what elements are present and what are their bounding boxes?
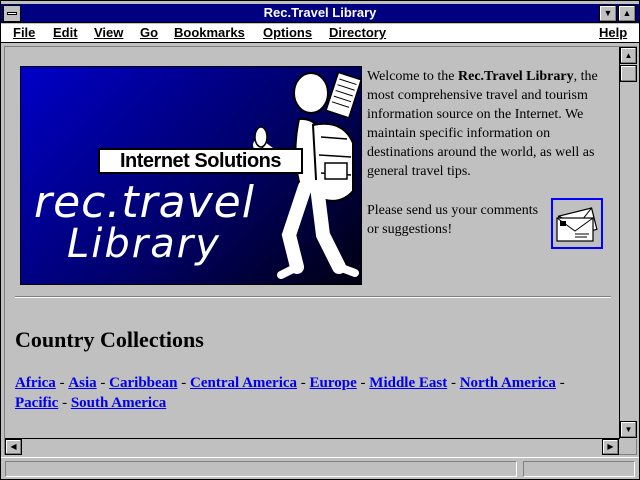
rec-travel-library-banner: Internet Solutions rec.travel Library	[20, 66, 362, 285]
maximize-arrow-icon: ▲	[622, 8, 632, 18]
arrow-right-icon: ▶	[607, 442, 614, 451]
scroll-left-button[interactable]: ◀	[5, 439, 22, 455]
maximize-button[interactable]: ▲	[618, 5, 636, 22]
link-north-america[interactable]: North America	[460, 375, 556, 391]
title-bar[interactable]: Rec.Travel Library ▼ ▲	[1, 4, 639, 23]
progress-field	[523, 461, 635, 477]
horizontal-rule	[15, 296, 611, 298]
menu-directory[interactable]: Directory	[329, 25, 386, 40]
vertical-scrollbar[interactable]: ▲ ▼	[619, 47, 637, 439]
banner-internet-solutions-label: Internet Solutions	[98, 148, 303, 174]
arrow-up-icon: ▲	[624, 51, 633, 60]
status-text-field	[5, 461, 517, 477]
scroll-thumb[interactable]	[620, 65, 637, 82]
scroll-up-button[interactable]: ▲	[620, 47, 637, 64]
banner-library-text: Library	[67, 221, 221, 267]
country-links: Africa - Asia - Caribbean - Central Amer…	[15, 375, 565, 411]
window-title: Rec.Travel Library	[263, 5, 377, 20]
scroll-down-button[interactable]: ▼	[620, 421, 637, 438]
intro-paragraph: Welcome to the Rec.Travel Library, the m…	[367, 69, 598, 179]
arrow-down-icon: ▼	[624, 425, 633, 434]
link-central-america[interactable]: Central America	[190, 375, 297, 391]
country-collections-heading: Country Collections	[15, 327, 204, 352]
status-bar	[1, 457, 639, 479]
menu-file[interactable]: File	[13, 25, 35, 40]
link-asia[interactable]: Asia	[68, 375, 96, 391]
link-south-america[interactable]: South America	[71, 395, 166, 411]
minimize-arrow-icon: ▼	[603, 8, 613, 18]
link-caribbean[interactable]: Caribbean	[109, 375, 177, 391]
menu-edit[interactable]: Edit	[53, 25, 78, 40]
minimize-button[interactable]: ▼	[599, 5, 617, 22]
link-middle-east[interactable]: Middle East	[369, 375, 447, 391]
link-africa[interactable]: Africa	[15, 375, 56, 391]
menu-bookmarks[interactable]: Bookmarks	[174, 25, 245, 40]
envelope-icon	[556, 207, 598, 242]
menu-view[interactable]: View	[94, 25, 123, 40]
feedback-prompt: Please send us your comments or suggesti…	[367, 203, 539, 237]
horizontal-scrollbar[interactable]: ◀ ▶	[5, 438, 619, 455]
menu-go[interactable]: Go	[140, 25, 158, 40]
menu-help[interactable]: Help	[599, 25, 627, 40]
menu-bar: File Edit View Go Bookmarks Options Dire…	[1, 24, 639, 43]
menu-options[interactable]: Options	[263, 25, 312, 40]
mail-button[interactable]	[551, 198, 603, 249]
scroll-right-button[interactable]: ▶	[602, 439, 619, 455]
browser-window: Rec.Travel Library ▼ ▲ File Edit View Go…	[0, 0, 640, 480]
link-europe[interactable]: Europe	[310, 375, 357, 391]
arrow-left-icon: ◀	[10, 442, 17, 451]
link-pacific[interactable]: Pacific	[15, 395, 58, 411]
